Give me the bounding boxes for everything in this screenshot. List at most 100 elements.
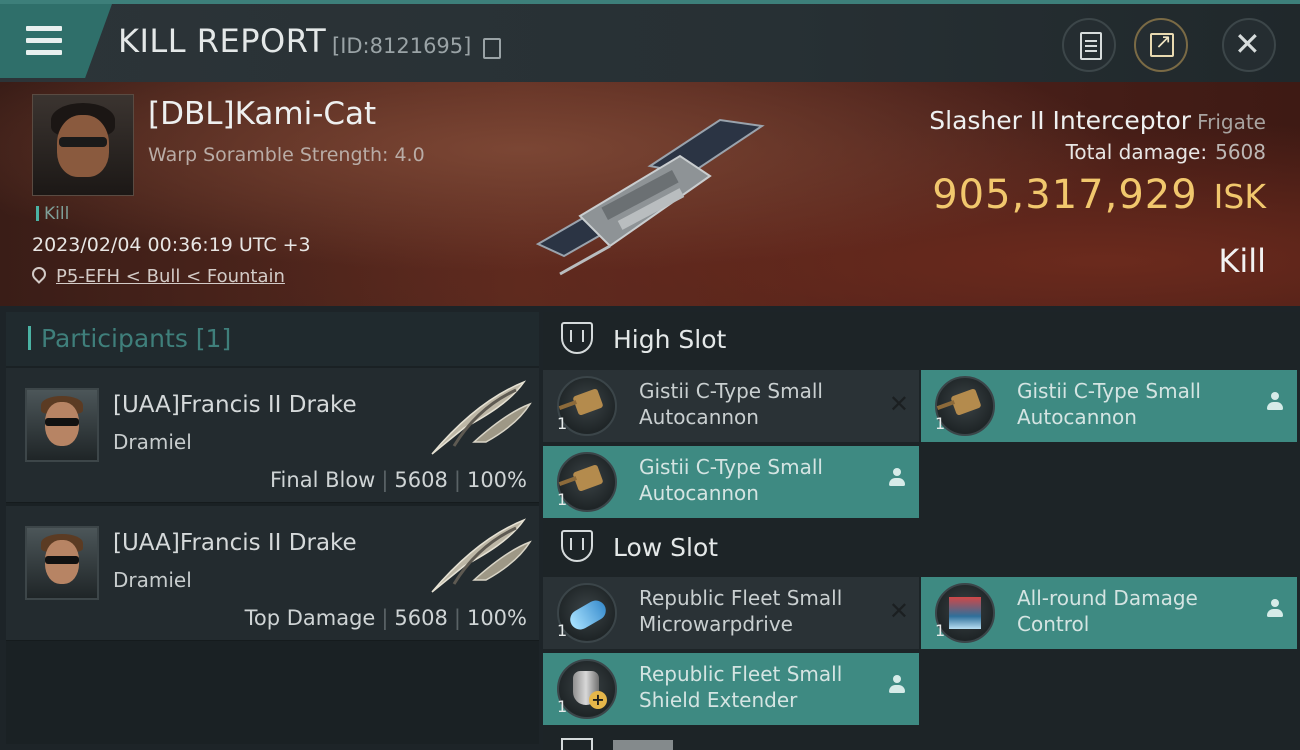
total-damage: Total damage: 5608 <box>1066 140 1266 164</box>
participant-percent: 100% <box>466 606 527 630</box>
victim-name[interactable]: [DBL]Kami-Cat <box>148 96 376 132</box>
module-quantity: 1 <box>557 697 568 716</box>
gun-shape <box>572 388 604 416</box>
slot-icon <box>561 738 593 750</box>
slot-title-cutoff <box>613 740 673 750</box>
gun-shape <box>572 464 604 492</box>
participant-stats: Top Damage | 5608 | 100% <box>245 606 527 630</box>
participant-stats: Final Blow | 5608 | 100% <box>270 468 527 492</box>
participant-avatar[interactable] <box>25 388 99 462</box>
gun-shape <box>950 388 982 416</box>
victim-stat: Warp Soramble Strength: 4.0 <box>148 144 425 166</box>
low-slot-icon <box>561 530 593 562</box>
total-damage-label: Total damage: <box>1065 140 1208 164</box>
avatar-glasses <box>45 418 79 426</box>
report-id: [ID:8121695] <box>332 34 472 58</box>
isk-value: 905,317,929 <box>932 172 1198 218</box>
damage-control-shape <box>949 597 981 629</box>
stat-divider: | <box>381 468 389 492</box>
participant-percent: 100% <box>466 468 527 492</box>
dropped-person-icon <box>889 468 905 488</box>
participant-name[interactable]: [UAA]Francis II Drake <box>113 392 357 418</box>
page-title: KILL REPORT <box>118 22 327 60</box>
module-name: All-round Damage Control <box>1017 586 1198 636</box>
participant-card[interactable]: [UAA]Francis II Drake Dramiel Top Damage… <box>6 506 539 641</box>
participants-header: Participants [1] <box>6 312 539 366</box>
module-item[interactable]: 1 Gistii C-Type Small Autocannon <box>543 446 919 518</box>
module-quantity: 1 <box>935 621 946 640</box>
ship-name[interactable]: Slasher II Interceptor <box>929 106 1191 135</box>
module-quantity: 1 <box>935 414 946 433</box>
close-button[interactable]: ✕ <box>1222 18 1276 72</box>
menu-icon-bar <box>26 50 62 55</box>
isk-unit: ISK <box>1213 177 1266 216</box>
module-name: Gistii C-Type Small Autocannon <box>1017 379 1201 429</box>
participants-panel: Participants [1] [UAA]Francis II Drake D… <box>6 312 539 744</box>
participant-avatar[interactable] <box>25 526 99 600</box>
participant-damage: 5608 <box>394 468 448 492</box>
participant-ship: Dramiel <box>113 430 192 454</box>
location-pin-icon <box>29 264 49 284</box>
total-damage-value: 5608 <box>1215 140 1266 164</box>
avatar-glasses <box>59 137 107 147</box>
dropped-person-icon <box>889 675 905 695</box>
menu-icon-bar <box>26 38 62 43</box>
module-item[interactable]: 1 Gistii C-Type Small Autocannon <box>921 370 1297 442</box>
close-icon: ✕ <box>1234 25 1261 63</box>
high-slot-title: High Slot <box>613 325 727 354</box>
isk-value-row: 905,317,929 ISK <box>932 172 1266 218</box>
module-item[interactable]: + 1 Republic Fleet Small Shield Extender <box>543 653 919 725</box>
participant-role: Top Damage <box>244 606 376 630</box>
destroyed-icon: ✕ <box>888 597 909 625</box>
module-item[interactable]: 1 All-round Damage Control <box>921 577 1297 649</box>
menu-button[interactable] <box>0 4 112 78</box>
participant-name[interactable]: [UAA]Francis II Drake <box>113 530 357 556</box>
module-name: Gistii C-Type Small Autocannon <box>639 379 823 429</box>
high-slot-icon <box>561 322 593 354</box>
notes-button[interactable] <box>1062 18 1116 72</box>
participant-role: Final Blow <box>270 468 376 492</box>
fitting-panel: High Slot 1 Gistii C-Type Small Autocann… <box>543 312 1300 750</box>
stat-divider: | <box>453 606 461 630</box>
header-bar: KILL REPORT [ID:8121695] ✕ <box>0 4 1300 82</box>
dropped-person-icon <box>1267 599 1283 619</box>
module-quantity: 1 <box>557 621 568 640</box>
share-button[interactable] <box>1134 18 1188 72</box>
victim-ship-image <box>535 118 765 276</box>
kill-result: Kill <box>1218 242 1266 280</box>
module-name: Republic Fleet Small Microwarpdrive <box>639 586 843 636</box>
module-name: Gistii C-Type Small Autocannon <box>639 455 823 505</box>
mwd-shape <box>566 596 610 634</box>
avatar-glasses <box>45 556 79 564</box>
notes-icon <box>1080 32 1102 60</box>
destroyed-icon: ✕ <box>888 390 909 418</box>
module-item[interactable]: 1 Republic Fleet Small Microwarpdrive ✕ <box>543 577 919 649</box>
plus-badge-icon: + <box>589 691 607 709</box>
dropped-person-icon <box>1267 392 1283 412</box>
participant-ship-image <box>431 518 532 593</box>
participant-ship: Dramiel <box>113 568 192 592</box>
victim-banner: [DBL]Kami-Cat Warp Soramble Strength: 4.… <box>0 82 1300 306</box>
copy-icon[interactable] <box>483 38 501 59</box>
kill-tag: Kill <box>36 204 69 224</box>
victim-avatar[interactable] <box>32 94 134 196</box>
low-slot-title: Low Slot <box>613 533 719 562</box>
module-item[interactable]: 1 Gistii C-Type Small Autocannon ✕ <box>543 370 919 442</box>
ship-name-line[interactable]: Slasher II Interceptor Frigate <box>929 106 1266 135</box>
module-name: Republic Fleet Small Shield Extender <box>639 662 843 712</box>
module-quantity: 1 <box>557 414 568 433</box>
next-slot-header-cutoff <box>543 736 1300 750</box>
participants-title: Participants [1] <box>28 324 231 353</box>
kill-timestamp: 2023/02/04 00:36:19 UTC +3 <box>32 234 311 256</box>
stat-divider: | <box>381 606 389 630</box>
participant-damage: 5608 <box>394 606 448 630</box>
kill-location[interactable]: P5-EFH < Bull < Fountain <box>29 264 285 287</box>
low-slot-header: Low Slot <box>543 520 1300 580</box>
menu-icon <box>26 26 62 31</box>
stat-divider: | <box>453 468 461 492</box>
module-quantity: 1 <box>557 490 568 509</box>
ship-class: Frigate <box>1197 110 1266 134</box>
high-slot-header: High Slot <box>543 312 1300 372</box>
location-link[interactable]: P5-EFH < Bull < Fountain <box>56 266 285 287</box>
participant-card[interactable]: [UAA]Francis II Drake Dramiel Final Blow… <box>6 368 539 503</box>
